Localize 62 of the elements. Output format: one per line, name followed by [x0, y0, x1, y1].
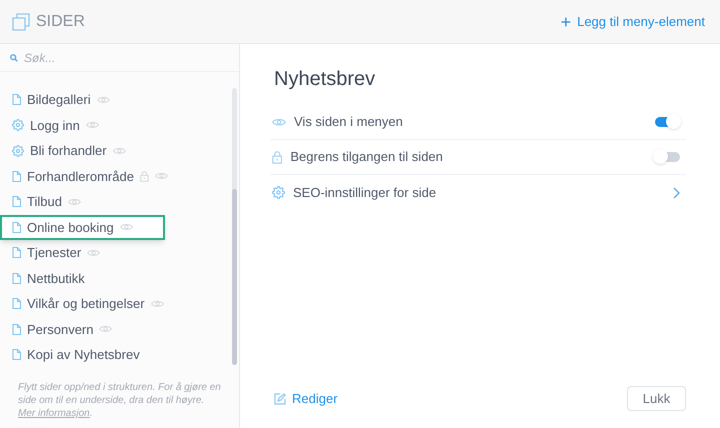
eye-icon [99, 325, 112, 334]
eye-icon [154, 172, 168, 180]
pages-icon [12, 12, 30, 30]
page-icon [12, 170, 21, 182]
lock-icon [272, 150, 282, 164]
page-title: Forhandlerområde [27, 168, 134, 186]
page-title: Logg inn [30, 116, 80, 135]
page-item[interactable]: Bildegalleri [0, 87, 165, 112]
page-item[interactable]: Kopi av Nyhetsbrev [0, 342, 165, 368]
page-item[interactable]: Forhandlerområde [0, 164, 165, 189]
toggle-switch[interactable] [655, 152, 680, 162]
setting-label: Vis siden i menyen [294, 113, 404, 132]
eye-icon [86, 121, 99, 130]
page-icon [12, 349, 21, 360]
header-title: SIDER [36, 12, 86, 32]
page-item[interactable]: Online booking [0, 214, 165, 240]
page-item[interactable]: Tjenester [0, 240, 165, 266]
page-title: Online booking [27, 218, 114, 237]
gear-icon [12, 144, 24, 157]
gear-icon [12, 119, 24, 132]
page-title: Bildegalleri [27, 91, 91, 109]
eye-icon [87, 248, 100, 257]
page-title: Tilbud [27, 193, 62, 211]
page-item[interactable]: Tilbud [0, 189, 165, 214]
page-item[interactable]: Nettbutikk [0, 266, 165, 291]
page-title: Tjenester [27, 244, 82, 262]
page-heading: Nyhetsbrev [274, 67, 376, 92]
page-title: Kopi av Nyhetsbrev [27, 346, 140, 364]
page-item[interactable]: Bli forhandler [0, 138, 165, 164]
page-item[interactable]: Vilkår og betingelser [0, 291, 165, 316]
chevron-right-icon[interactable] [673, 186, 680, 198]
page-icon [12, 196, 21, 208]
edit-icon [274, 392, 286, 404]
page-title: Nettbutikk [27, 270, 85, 288]
setting-label: SEO-innstillinger for side [293, 184, 438, 202]
setting-label: Begrens tilgangen til siden [290, 148, 444, 166]
page-icon [12, 94, 21, 106]
page-title: Vilkår og betingelser [27, 295, 145, 313]
help-text: Flytt sider opp/ned i strukturen. For å gjøre en side om til en underside, dra den til høyre. Mer informasjon. [17, 381, 222, 420]
page-icon [12, 298, 21, 310]
search-icon [10, 54, 18, 62]
edit-link[interactable]: Rediger [274, 388, 338, 408]
page-icon [12, 272, 21, 284]
lock-icon [140, 170, 149, 182]
eye-icon [112, 146, 126, 155]
eye-icon [120, 223, 133, 232]
page-icon [12, 222, 21, 233]
eye-icon [68, 198, 81, 206]
eye-icon [150, 300, 164, 308]
page-title: Bli forhandler [30, 142, 107, 160]
page-title: Personvern [27, 320, 94, 338]
search-field[interactable]: Søk... [24, 48, 204, 66]
page-item[interactable]: Personvern [0, 316, 165, 342]
page-item[interactable]: Logg inn [0, 112, 165, 138]
eye-icon [96, 96, 110, 104]
close-button[interactable]: Lukk [627, 386, 686, 411]
toggle-switch[interactable] [655, 117, 680, 127]
eye-icon [272, 118, 286, 126]
page-icon [12, 324, 21, 335]
page-icon [12, 247, 21, 258]
scrollbar[interactable] [232, 88, 237, 365]
gear-icon [272, 186, 285, 199]
